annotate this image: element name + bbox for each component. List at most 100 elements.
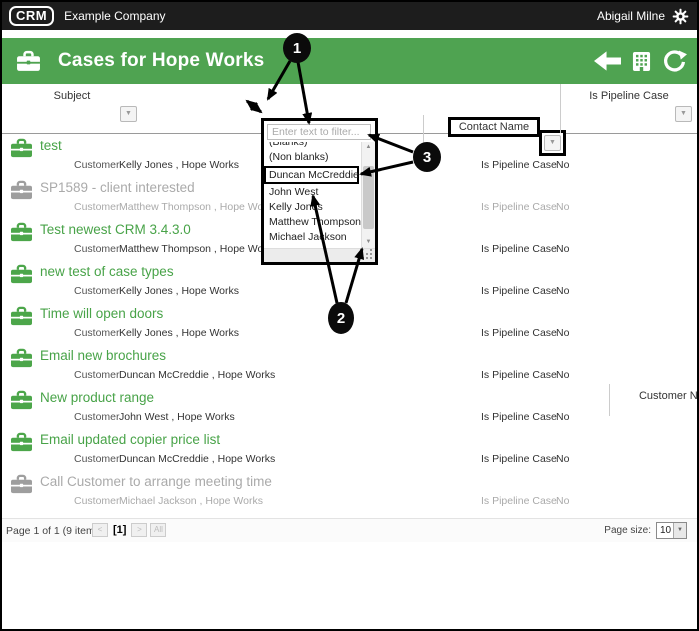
filter-dropdown-icon[interactable]: ▼	[675, 106, 692, 122]
filter-dropdown-icon[interactable]: ▼	[120, 106, 137, 122]
customer-label: Customer	[74, 243, 120, 255]
pipeline-label: Is Pipeline Case	[481, 495, 557, 507]
table-row[interactable]: Call Customer to arrange meeting time Cu…	[2, 470, 697, 512]
pipeline-label: Is Pipeline Case	[481, 327, 557, 339]
resize-grip[interactable]	[370, 257, 372, 259]
filter-item-label: Kelly Jones	[269, 201, 323, 213]
filter-list-item[interactable]: (Non blanks)	[264, 150, 361, 165]
customer-value: Matthew Thompson , Hope Works	[119, 201, 278, 213]
pager-next-button[interactable]: >	[131, 523, 148, 537]
top-bar: CRM Example Company Abigail Milne	[2, 2, 697, 30]
case-subject-link[interactable]: new test of case types	[40, 264, 174, 279]
column-header-label: Subject	[53, 90, 91, 102]
view-header: Cases for Hope Works	[2, 38, 697, 84]
customer-label: Customer	[74, 159, 120, 171]
briefcase-icon	[10, 306, 33, 327]
filter-list-item[interactable]: (Blanks)	[264, 142, 361, 150]
customer-label: Customer	[74, 327, 120, 339]
case-subject-link[interactable]: Email updated copier price list	[40, 432, 220, 447]
case-subject-link[interactable]: Test newest CRM 3.4.3.0	[40, 222, 191, 237]
briefcase-icon	[16, 50, 41, 73]
customer-value: Kelly Jones , Hope Works	[119, 159, 240, 171]
pipeline-value: No	[556, 327, 570, 339]
pipeline-label: Is Pipeline Case	[481, 243, 557, 255]
briefcase-icon	[10, 390, 33, 411]
customer-value: Kelly Jones , Hope Works	[119, 327, 240, 339]
customer-value: John West , Hope Works	[119, 411, 235, 423]
scroll-up-icon[interactable]: ▲	[362, 142, 375, 153]
filter-list-item[interactable]: Michael Jackson	[264, 230, 361, 245]
filter-item-label: Matthew Thompson	[269, 216, 361, 228]
pager-summary: Page 1 of 1 (9 items)	[6, 525, 104, 537]
briefcase-icon	[10, 264, 33, 285]
customer-label: Customer	[74, 453, 120, 465]
gear-icon[interactable]	[672, 8, 689, 25]
column-header[interactable]: Is Pipeline Case ▼	[560, 84, 697, 133]
filter-list-item[interactable]: Matthew Thompson	[264, 215, 361, 230]
pager-all-button[interactable]: All	[150, 523, 167, 537]
filter-item-label: Duncan McCreddie	[269, 169, 359, 181]
back-arrow-icon[interactable]	[594, 51, 621, 71]
user-name[interactable]: Abigail Milne	[597, 9, 665, 23]
callout-step-2: 2	[328, 302, 354, 334]
pipeline-value: No	[556, 159, 570, 171]
case-subject-link[interactable]: Email new brochures	[40, 348, 166, 363]
dropdown-footer	[264, 248, 375, 262]
customer-value: Kelly Jones , Hope Works	[119, 285, 240, 297]
filter-item-label: John West	[269, 186, 319, 198]
table-row[interactable]: new test of case types Customer Kelly Jo…	[2, 260, 697, 302]
case-subject-link[interactable]: SP1589 - client interested	[40, 180, 195, 195]
pipeline-value: No	[556, 369, 570, 381]
pager-prev-button[interactable]: <	[92, 523, 108, 537]
pipeline-value: No	[556, 285, 570, 297]
customer-label: Customer	[74, 495, 120, 507]
customer-value: Matthew Thompson , Hope Works	[119, 243, 278, 255]
filter-list-item[interactable]: John West	[264, 185, 361, 200]
pipeline-value: No	[556, 453, 570, 465]
customer-label: Customer	[74, 201, 120, 213]
briefcase-icon	[10, 474, 33, 495]
filter-list-item[interactable]: Duncan McCreddie	[264, 166, 359, 184]
scroll-down-icon[interactable]: ▼	[362, 237, 375, 248]
customer-label: Customer	[74, 285, 120, 297]
briefcase-icon	[10, 180, 33, 201]
pipeline-label: Is Pipeline Case	[481, 453, 557, 465]
pipeline-value: No	[556, 411, 570, 423]
case-subject-link[interactable]: New product range	[40, 390, 154, 405]
customer-label: Customer	[74, 411, 120, 423]
pipeline-label: Is Pipeline Case	[481, 369, 557, 381]
building-icon[interactable]	[632, 51, 651, 72]
pager-current-page[interactable]: [1]	[113, 524, 126, 536]
refresh-icon[interactable]	[662, 49, 687, 74]
customer-value: Duncan McCreddie , Hope Works	[119, 369, 276, 381]
column-header[interactable]: Subject ▼	[2, 84, 142, 133]
pipeline-label: Is Pipeline Case	[481, 159, 557, 171]
filter-item-label: (Non blanks)	[269, 151, 329, 163]
scrollbar[interactable]: ▲ ▼	[361, 142, 375, 248]
table-row[interactable]: Email new brochures Customer Duncan McCr…	[2, 344, 697, 386]
crm-logo: CRM	[9, 6, 55, 26]
callout-step-3: 3	[413, 142, 441, 172]
filter-value-list: (Blanks) (Non blanks) Duncan McCreddie J…	[264, 142, 361, 248]
customer-value: Michael Jackson , Hope Works	[119, 495, 263, 507]
customer-label: Customer	[74, 369, 120, 381]
case-subject-link[interactable]: test	[40, 138, 62, 153]
briefcase-icon	[10, 348, 33, 369]
case-subject-link[interactable]: Time will open doors	[40, 306, 163, 321]
filter-text-input[interactable]	[267, 124, 371, 140]
scrollbar-thumb[interactable]	[363, 166, 374, 229]
page-size-select[interactable]: 10 ▼	[656, 522, 687, 539]
pipeline-label: Is Pipeline Case	[481, 201, 557, 213]
callout-step-1: 1	[283, 33, 311, 63]
column-header-label: Is Pipeline Case	[589, 90, 669, 102]
pipeline-label: Is Pipeline Case	[481, 285, 557, 297]
pipeline-value: No	[556, 243, 570, 255]
page-size-value: 10	[660, 525, 672, 536]
filter-list-item[interactable]: Kelly Jones	[264, 200, 361, 215]
filter-item-label: Michael Jackson	[269, 231, 347, 243]
pipeline-value: No	[556, 495, 570, 507]
case-subject-link[interactable]: Call Customer to arrange meeting time	[40, 474, 272, 489]
table-row[interactable]: Email updated copier price list Customer…	[2, 428, 697, 470]
table-row[interactable]: New product range Customer John West , H…	[2, 386, 697, 428]
filter-dropdown-panel: (Blanks) (Non blanks) Duncan McCreddie J…	[261, 118, 378, 265]
